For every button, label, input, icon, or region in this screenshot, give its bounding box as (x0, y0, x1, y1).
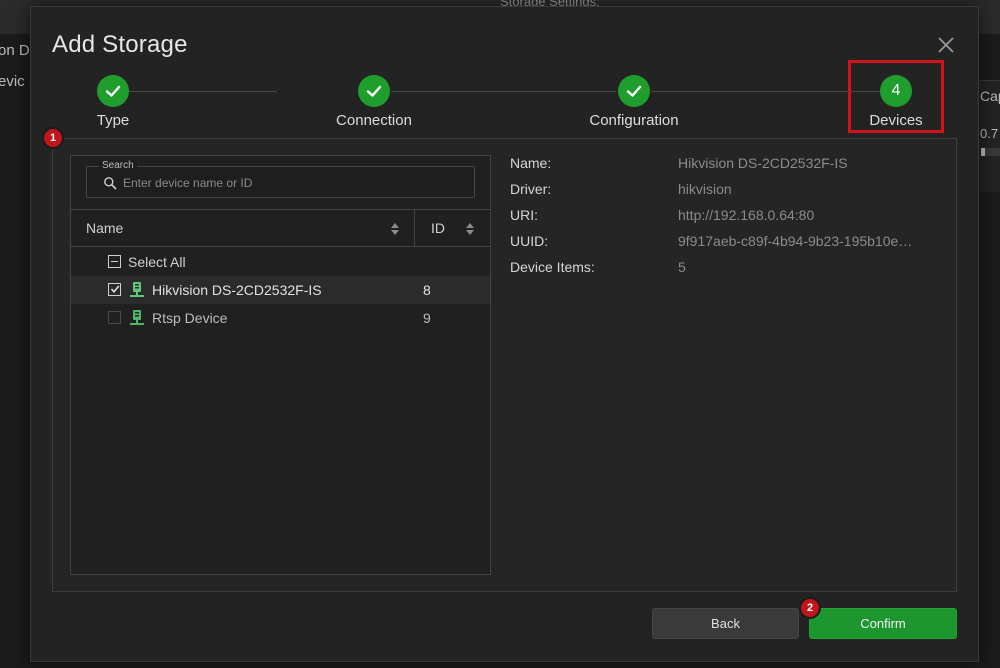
sort-icon[interactable] (391, 223, 399, 235)
check-icon (110, 285, 120, 293)
step-label: Configuration (589, 112, 679, 129)
column-header-id[interactable]: ID (416, 210, 490, 246)
search-input[interactable] (123, 174, 463, 192)
annotation-badge: 2 (799, 597, 821, 619)
detail-uuid: UUID: 9f917aeb-c89f-4b94-9b23-195b10e… (510, 233, 940, 253)
step-label: Connection (336, 112, 412, 129)
detail-key: Driver: (510, 181, 552, 197)
detail-key: Device Items: (510, 259, 595, 275)
search-label: Search (99, 160, 137, 171)
device-name: Hikvision DS-2CD2532F-IS (152, 282, 322, 298)
select-all-label: Select All (128, 254, 186, 270)
column-header-label: Name (86, 220, 124, 236)
device-id: 8 (423, 282, 431, 298)
detail-uri: URI: http://192.168.0.64:80 (510, 207, 940, 227)
background-left-text: evic (0, 73, 25, 90)
detail-key: URI: (510, 207, 538, 223)
select-all-row[interactable]: Select All (71, 248, 490, 276)
device-id: 9 (423, 310, 431, 326)
camera-device-icon (130, 310, 144, 325)
detail-value: Hikvision DS-2CD2532F-IS (678, 155, 848, 171)
background-value: 0.7 (980, 126, 999, 141)
camera-device-icon (130, 282, 144, 297)
back-button[interactable]: Back (652, 608, 799, 639)
search-field: Search (86, 160, 475, 198)
annotation-badge: 1 (42, 127, 64, 149)
current-step-highlight (848, 60, 944, 133)
step-complete-check-icon (97, 75, 129, 107)
select-all-checkbox[interactable] (108, 255, 121, 268)
device-row[interactable]: Rtsp Device 9 (71, 304, 490, 332)
confirm-button[interactable]: Confirm (809, 608, 957, 639)
detail-value: hikvision (678, 181, 732, 197)
step-connection: Connection (304, 75, 444, 129)
search-icon (104, 177, 117, 190)
close-icon[interactable] (935, 34, 957, 56)
background-column-header: Cap (980, 88, 1000, 104)
device-name: Rtsp Device (152, 310, 228, 326)
step-label: Type (96, 112, 130, 129)
background-left-text: on D (0, 42, 30, 59)
step-complete-check-icon (358, 75, 390, 107)
detail-value: http://192.168.0.64:80 (678, 207, 815, 223)
add-storage-dialog: Add Storage Type Connection Configuratio… (30, 6, 979, 662)
device-row[interactable]: Hikvision DS-2CD2532F-IS 8 (71, 276, 490, 304)
step-complete-check-icon (618, 75, 650, 107)
device-checkbox[interactable] (108, 283, 121, 296)
sort-icon[interactable] (466, 223, 474, 235)
device-checkbox[interactable] (108, 311, 121, 324)
device-table-header: Name ID (71, 209, 490, 247)
detail-key: Name: (510, 155, 552, 171)
detail-value: 5 (678, 259, 686, 275)
step-configuration: Configuration (564, 75, 704, 129)
background-capacity-bar (981, 148, 1000, 156)
devices-content-panel: Search Name ID (52, 138, 957, 592)
dialog-title: Add Storage (52, 31, 188, 58)
column-header-label: ID (431, 220, 445, 236)
detail-key: UUID: (510, 233, 549, 249)
detail-device-items: Device Items: 5 (510, 259, 940, 279)
step-type: Type (43, 75, 183, 129)
detail-driver: Driver: hikvision (510, 181, 940, 201)
device-list-panel: Search Name ID (70, 155, 491, 575)
detail-value: 9f917aeb-c89f-4b94-9b23-195b10e… (678, 233, 913, 249)
column-header-name[interactable]: Name (71, 210, 415, 246)
detail-name: Name: Hikvision DS-2CD2532F-IS (510, 155, 940, 175)
